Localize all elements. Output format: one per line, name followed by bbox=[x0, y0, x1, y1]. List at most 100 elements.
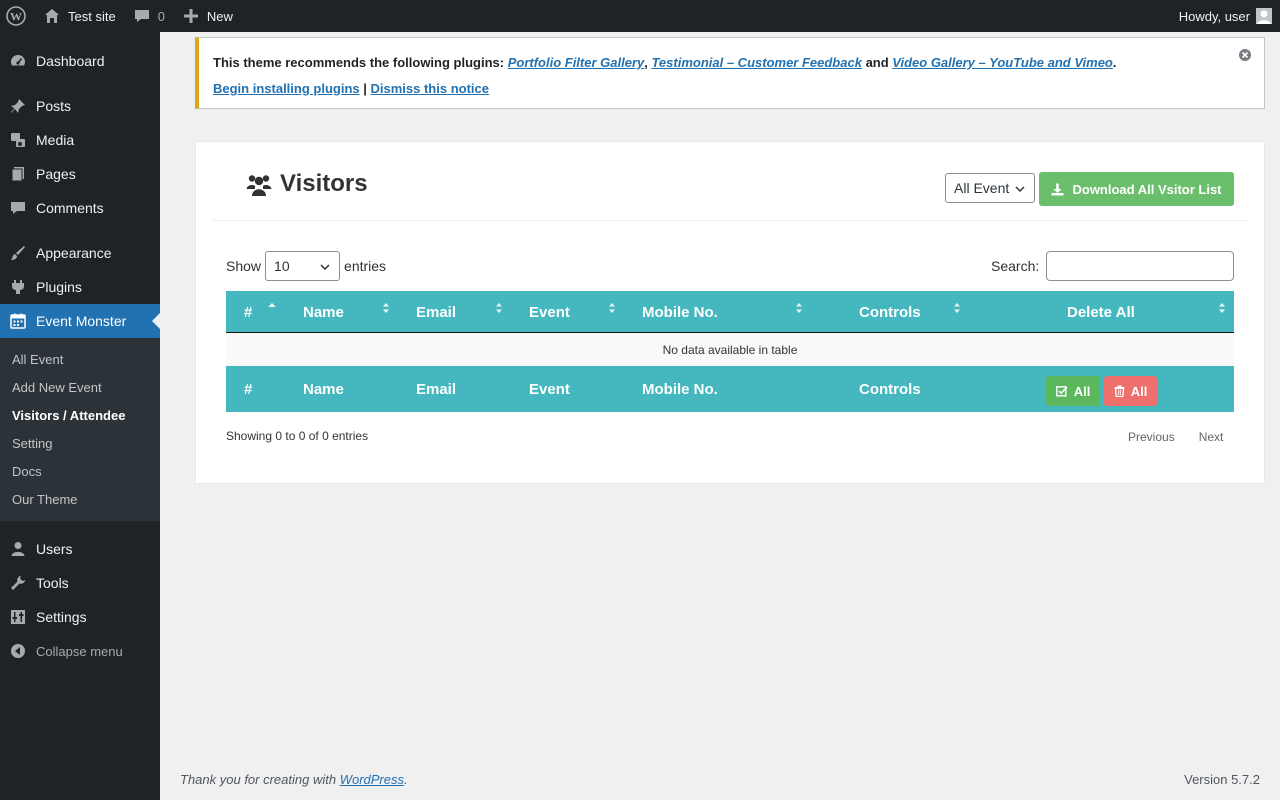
media-icon bbox=[8, 130, 28, 150]
column-header-email[interactable]: Email bbox=[416, 291, 456, 333]
site-name-link[interactable]: Test site bbox=[34, 0, 124, 32]
pagination: Previous Next bbox=[1110, 430, 1229, 444]
sort-icon bbox=[496, 303, 502, 313]
brush-icon bbox=[8, 243, 28, 263]
menu-label: Event Monster bbox=[36, 313, 127, 329]
pages-icon bbox=[8, 164, 28, 184]
notice-text: This theme recommends the following plug… bbox=[213, 55, 508, 70]
check-square-icon bbox=[1055, 386, 1068, 397]
site-name: Test site bbox=[68, 8, 116, 24]
menu-item-pages[interactable]: Pages bbox=[0, 157, 160, 191]
sort-icon bbox=[1219, 303, 1225, 313]
menu-item-media[interactable]: Media bbox=[0, 123, 160, 157]
show-label: Show bbox=[226, 258, 262, 274]
menu-item-users[interactable]: Users bbox=[0, 532, 160, 566]
download-icon bbox=[1051, 183, 1064, 195]
visitors-table: # Name Email Event Mobile No. Controls D… bbox=[226, 291, 1234, 412]
wrench-icon bbox=[8, 573, 28, 593]
svg-text:W: W bbox=[10, 10, 22, 24]
menu-item-plugins[interactable]: Plugins bbox=[0, 270, 160, 304]
menu-label: Posts bbox=[36, 98, 72, 114]
plugin-link-video-gallery[interactable]: Video Gallery – YouTube and Vimeo bbox=[892, 55, 1113, 70]
previous-button[interactable]: Previous bbox=[1122, 430, 1181, 444]
menu-item-appearance[interactable]: Appearance bbox=[0, 236, 160, 270]
submenu-all-event[interactable]: All Event bbox=[0, 345, 160, 373]
column-header-number[interactable]: # bbox=[244, 291, 252, 333]
column-header-delete-all[interactable]: Delete All bbox=[1067, 291, 1135, 333]
empty-message: No data available in table bbox=[662, 342, 798, 357]
menu-item-tools[interactable]: Tools bbox=[0, 566, 160, 600]
wordpress-link[interactable]: WordPress bbox=[340, 772, 404, 787]
event-filter-value: All Event bbox=[954, 180, 1010, 196]
close-icon[interactable] bbox=[1238, 48, 1252, 62]
begin-installing-link[interactable]: Begin installing plugins bbox=[213, 81, 360, 96]
plugin-link-portfolio[interactable]: Portfolio Filter Gallery bbox=[508, 55, 645, 70]
event-filter-select[interactable]: All Event bbox=[945, 173, 1035, 203]
empty-table-row: No data available in table bbox=[226, 333, 1234, 366]
event-monster-submenu: All Event Add New Event Visitors / Atten… bbox=[0, 338, 160, 521]
footer-header-mobile: Mobile No. bbox=[642, 380, 718, 398]
column-header-mobile[interactable]: Mobile No. bbox=[642, 291, 718, 333]
delete-all-button[interactable]: All bbox=[1104, 376, 1157, 406]
comments-link[interactable]: 0 bbox=[124, 0, 173, 32]
menu-label: Settings bbox=[36, 609, 87, 625]
menu-label: Media bbox=[36, 132, 75, 148]
menu-item-comments[interactable]: Comments bbox=[0, 191, 160, 225]
footer-header-email: Email bbox=[416, 380, 457, 398]
download-visitor-list-button[interactable]: Download All Vsitor List bbox=[1039, 172, 1234, 206]
submenu-visitors-attendee[interactable]: Visitors / Attendee bbox=[0, 401, 160, 429]
footer-header-event: Event bbox=[529, 380, 570, 398]
submenu-setting[interactable]: Setting bbox=[0, 429, 160, 457]
howdy-text: Howdy, user bbox=[1178, 8, 1250, 24]
collapse-icon bbox=[8, 641, 28, 661]
next-button[interactable]: Next bbox=[1193, 430, 1230, 444]
column-header-event[interactable]: Event bbox=[529, 291, 570, 333]
delete-all-label: All bbox=[1130, 383, 1148, 399]
dismiss-notice-link[interactable]: Dismiss this notice bbox=[371, 81, 489, 96]
user-icon bbox=[8, 539, 28, 559]
table-footer-row: # Name Email Event Mobile No. Controls A… bbox=[226, 366, 1234, 412]
page-title-text: Visitors bbox=[280, 170, 368, 197]
wp-logo-menu[interactable]: W bbox=[0, 0, 34, 32]
submenu-our-theme[interactable]: Our Theme bbox=[0, 485, 160, 513]
home-icon bbox=[42, 6, 62, 26]
menu-label: Plugins bbox=[36, 279, 82, 295]
admin-sidebar: Dashboard Posts Media Pages Comments App… bbox=[0, 32, 160, 800]
comment-icon bbox=[132, 6, 152, 26]
menu-item-posts[interactable]: Posts bbox=[0, 89, 160, 123]
plugin-notice: This theme recommends the following plug… bbox=[195, 37, 1265, 109]
avatar bbox=[1256, 8, 1272, 24]
submenu-add-new-event[interactable]: Add New Event bbox=[0, 373, 160, 401]
admin-footer: Thank you for creating with WordPress. V… bbox=[180, 772, 1260, 787]
pin-icon bbox=[8, 96, 28, 116]
menu-label: Tools bbox=[36, 575, 69, 591]
select-all-button[interactable]: All bbox=[1046, 376, 1100, 406]
new-content-link[interactable]: New bbox=[173, 0, 241, 32]
menu-item-dashboard[interactable]: Dashboard bbox=[0, 44, 160, 78]
download-button-label: Download All Vsitor List bbox=[1072, 181, 1222, 197]
plus-icon bbox=[181, 6, 201, 26]
plugin-link-testimonial[interactable]: Testimonial – Customer Feedback bbox=[651, 55, 861, 70]
entries-select[interactable]: 10 bbox=[265, 251, 341, 281]
column-header-controls[interactable]: Controls bbox=[859, 291, 921, 333]
menu-label: Users bbox=[36, 541, 73, 557]
new-label: New bbox=[206, 8, 233, 24]
column-header-name[interactable]: Name bbox=[303, 291, 344, 333]
table-search: Search: bbox=[991, 251, 1235, 281]
wordpress-icon: W bbox=[6, 6, 26, 26]
chevron-down-icon bbox=[320, 264, 330, 271]
my-account-link[interactable]: Howdy, user bbox=[1171, 0, 1280, 32]
thanks-period: . bbox=[404, 772, 408, 787]
menu-item-event-monster[interactable]: Event Monster bbox=[0, 304, 160, 338]
submenu-docs[interactable]: Docs bbox=[0, 457, 160, 485]
entries-length-control: Show 10 entries bbox=[226, 251, 386, 281]
menu-item-settings[interactable]: Settings bbox=[0, 600, 160, 634]
panel-header: Visitors All Event Download All Vsitor L… bbox=[212, 142, 1249, 221]
dashboard-icon bbox=[8, 51, 28, 71]
menu-label: Pages bbox=[36, 166, 76, 182]
sort-icon bbox=[954, 303, 960, 313]
footer-header-name: Name bbox=[303, 380, 344, 398]
search-label: Search: bbox=[991, 258, 1040, 274]
collapse-menu-button[interactable]: Collapse menu bbox=[0, 634, 160, 668]
search-input[interactable] bbox=[1046, 251, 1235, 281]
